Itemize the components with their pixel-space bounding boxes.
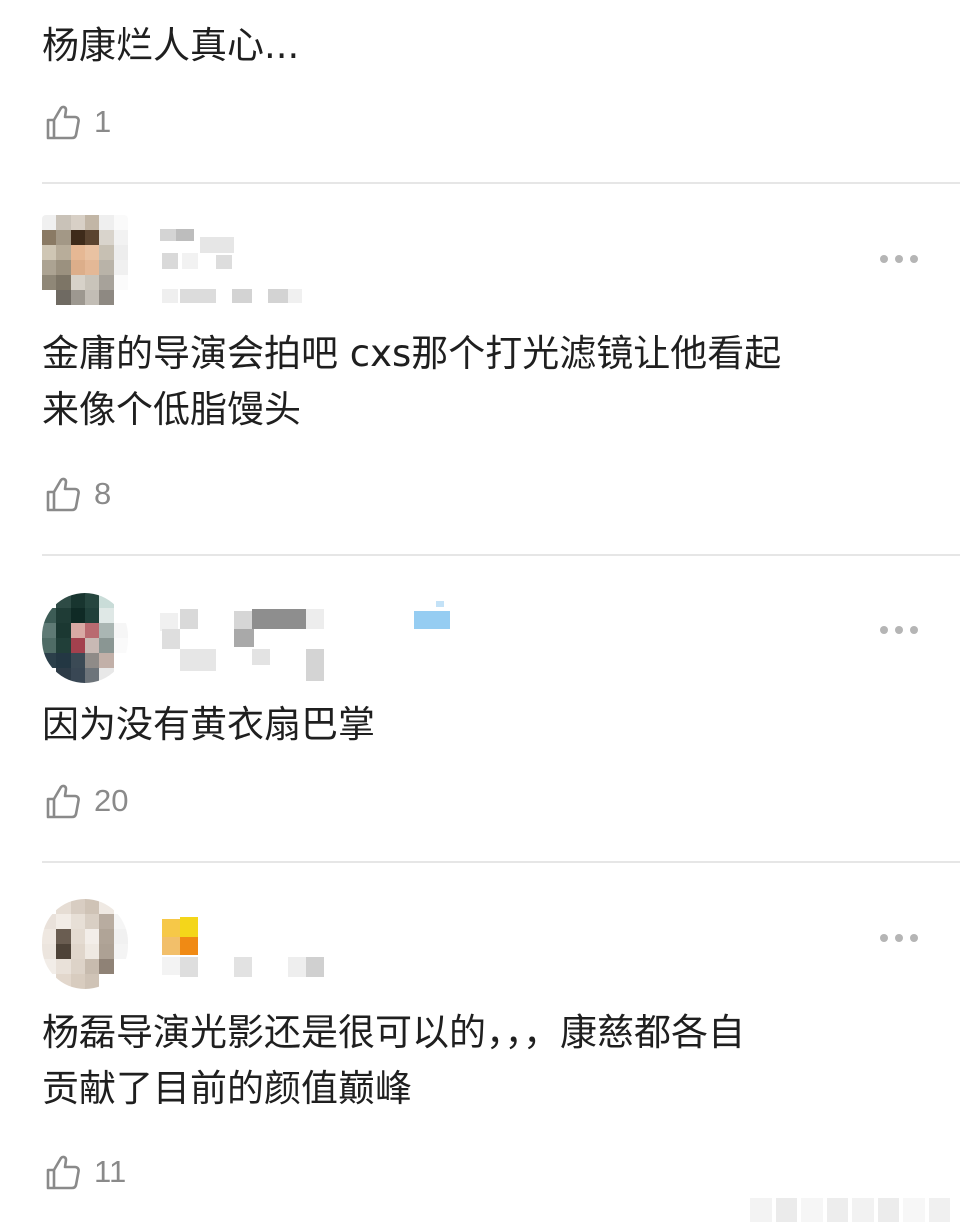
thumbs-up-icon	[42, 102, 82, 142]
username-meta[interactable]	[160, 215, 460, 305]
avatar[interactable]	[42, 593, 128, 683]
more-options-button[interactable]	[880, 620, 918, 640]
like-button[interactable]: 8	[42, 472, 111, 516]
comment-text: 因为没有黄衣扇巴掌	[42, 703, 375, 746]
username-meta[interactable]	[160, 593, 460, 683]
avatar[interactable]	[42, 899, 128, 989]
like-button[interactable]: 1	[42, 100, 111, 144]
more-options-button[interactable]	[880, 249, 918, 269]
watermark	[750, 1198, 950, 1222]
divider	[42, 182, 960, 184]
comment-text: 金庸的导演会拍吧 cxs那个打光滤镜让他看起 来像个低脂馒头	[42, 332, 782, 431]
thumbs-up-icon	[42, 474, 82, 514]
avatar[interactable]	[42, 215, 128, 305]
comment-text: 杨康烂人真心...	[42, 24, 300, 67]
like-count: 20	[94, 783, 129, 818]
like-count: 1	[94, 104, 112, 139]
more-options-button[interactable]	[880, 928, 918, 948]
thumbs-up-icon	[42, 1152, 82, 1192]
divider	[42, 554, 960, 556]
thumbs-up-icon	[42, 781, 82, 821]
username-meta[interactable]	[160, 899, 460, 989]
like-button[interactable]: 20	[42, 779, 128, 823]
like-count: 11	[94, 1154, 127, 1189]
comment-text: 杨磊导演光影还是很可以的，，，康慈都各自 贡献了目前的颜值巅峰	[42, 1011, 745, 1110]
divider	[42, 861, 960, 863]
like-button[interactable]: 11	[42, 1150, 126, 1194]
like-count: 8	[94, 476, 112, 511]
